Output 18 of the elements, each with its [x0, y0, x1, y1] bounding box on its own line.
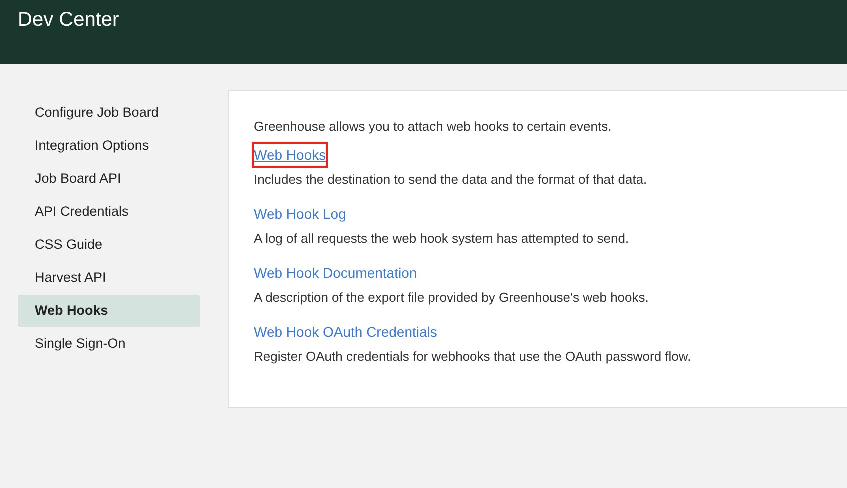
web-hook-link[interactable]: Web Hooks: [254, 144, 326, 166]
sidebar-item[interactable]: CSS Guide: [18, 229, 200, 261]
link-description: A description of the export file provided by Greenhouse's web hooks.: [254, 289, 650, 307]
sidebar-item[interactable]: Web Hooks: [18, 295, 200, 327]
intro-text: Greenhouse allows you to attach web hooks to certain events.: [254, 118, 613, 136]
link-description: Includes the destination to send the data and the format of that data.: [254, 171, 648, 189]
link-description: Register OAuth credentials for webhooks that use the OAuth password flow.: [254, 348, 692, 366]
sidebar-item[interactable]: API Credentials: [18, 196, 200, 228]
sidebar-item[interactable]: Job Board API: [18, 163, 200, 195]
link-description: A log of all requests the web hook system has attempted to send.: [254, 230, 630, 248]
web-hook-link[interactable]: Web Hook Log: [254, 203, 346, 225]
sidebar-item[interactable]: Configure Job Board: [18, 97, 200, 129]
web-hook-link[interactable]: Web Hook OAuth Credentials: [254, 321, 438, 343]
sidebar-item[interactable]: Single Sign-On: [18, 328, 200, 360]
sidebar-item[interactable]: Harvest API: [18, 262, 200, 294]
page-title: Dev Center: [18, 9, 120, 32]
sidebar-item[interactable]: Integration Options: [18, 130, 200, 162]
web-hook-link[interactable]: Web Hook Documentation: [254, 262, 418, 284]
